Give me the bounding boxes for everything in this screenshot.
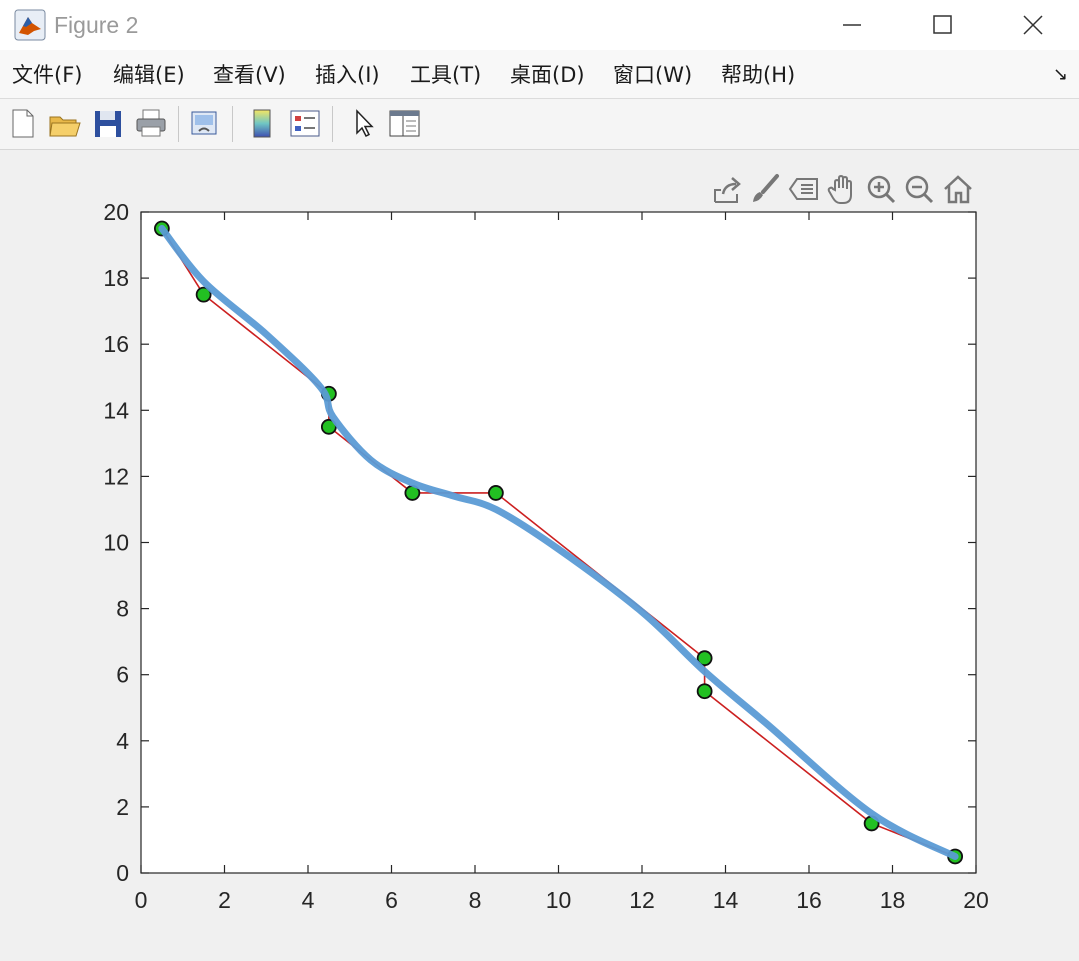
y-tick-label: 14 — [103, 397, 129, 423]
data-point-marker — [487, 485, 504, 501]
y-tick-label: 0 — [116, 860, 129, 886]
line-chart: 0 2 4 6 8 10 12 14 16 18 20 0 2 4 6 8 10 12 14 16 18 20 — [103, 199, 989, 913]
y-tick-label: 12 — [103, 463, 129, 489]
x-tick-labels: 0 2 4 6 8 10 12 14 16 18 20 — [135, 887, 989, 913]
x-tick-label: 4 — [302, 887, 315, 913]
y-tick-label: 4 — [116, 728, 129, 754]
x-tick-label: 2 — [218, 887, 231, 913]
x-tick-label: 10 — [546, 887, 572, 913]
x-tick-label: 16 — [796, 887, 822, 913]
data-point-marker — [696, 683, 713, 700]
x-tick-label: 12 — [629, 887, 655, 913]
y-tick-label: 10 — [103, 530, 129, 556]
x-tick-label: 14 — [713, 887, 739, 913]
y-tick-label: 2 — [116, 794, 129, 820]
x-tick-label: 8 — [469, 887, 482, 913]
y-tick-label: 16 — [103, 331, 129, 357]
y-tick-label: 6 — [116, 662, 129, 688]
x-tick-label: 20 — [963, 887, 989, 913]
x-tick-label: 0 — [135, 887, 148, 913]
y-tick-label: 18 — [103, 265, 129, 291]
y-tick-label: 20 — [103, 199, 129, 225]
y-tick-label: 8 — [116, 596, 129, 622]
y-tick-labels: 0 2 4 6 8 10 12 14 16 18 20 — [103, 199, 129, 886]
x-tick-label: 6 — [385, 887, 398, 913]
x-tick-label: 18 — [880, 887, 906, 913]
